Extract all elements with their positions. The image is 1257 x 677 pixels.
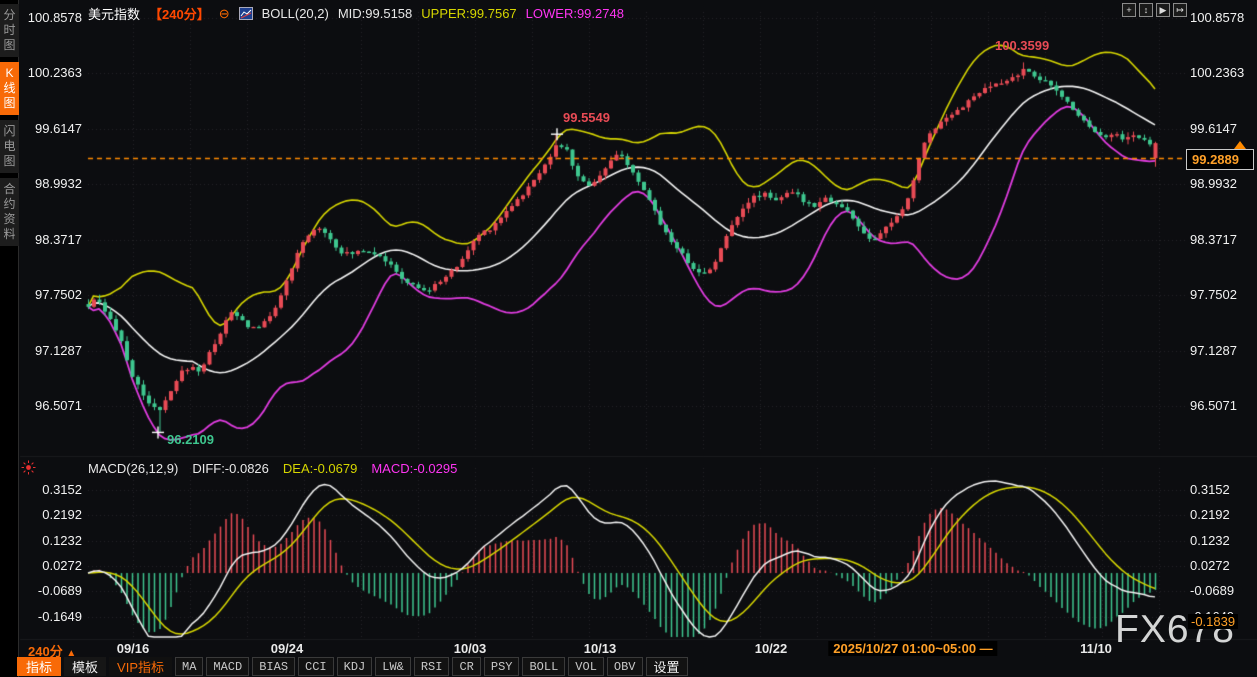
- chart-header: 美元指数 【240分】 ⊖ BOLL(20,2) MID:99.5158 UPP…: [88, 4, 624, 23]
- sidebar-item-kline-chart[interactable]: K线图: [0, 62, 19, 115]
- x-axis-row: 240分 ▲ 09/16 09/24 10/03 10/13 10/22 2025/10/…: [0, 640, 1257, 659]
- crosshair-date-label: 2025/10/27 01:00~05:00 —: [828, 641, 998, 656]
- toolbar-tab-boll[interactable]: BOLL: [522, 657, 566, 676]
- toolbar-tab-indicator[interactable]: 指标: [17, 657, 62, 676]
- boll-indicator-label: BOLL(20,2): [261, 6, 329, 21]
- collapse-icon[interactable]: ⊖: [219, 6, 230, 22]
- indicator-toolbar: 指标 模板 VIP指标 MA MACD BIAS CCI KDJ LW& RSI CR PSY BOLL…: [17, 657, 688, 676]
- x-axis-label: 09/24: [270, 641, 304, 656]
- x-axis-label: 09/16: [116, 641, 150, 656]
- toolbar-tab-rsi[interactable]: RSI: [413, 657, 450, 676]
- current-price-label: 99.2889: [1186, 149, 1254, 170]
- macd-header: MACD(26,12,9) DIFF:-0.0826 DEA:-0.0679 M…: [88, 461, 457, 476]
- timeframe-label: 【240分】: [149, 7, 210, 22]
- symbol-title: 美元指数: [88, 7, 141, 22]
- macd-diff-value: DIFF:-0.0826: [192, 461, 269, 476]
- sidebar-item-time-chart[interactable]: 分时图: [0, 4, 19, 57]
- pane-marker-icon[interactable]: [21, 460, 36, 480]
- boll-lower-value: LOWER:99.2748: [525, 6, 624, 21]
- boll-upper-value: UPPER:99.7567: [421, 6, 517, 21]
- boll-mid-value: MID:99.5158: [337, 6, 413, 21]
- toolbar-tab-cci[interactable]: CCI: [298, 657, 334, 676]
- toolbar-tab-settings[interactable]: 设置: [645, 657, 688, 676]
- chart-canvas[interactable]: [0, 0, 1257, 677]
- pan-icon[interactable]: +: [1122, 3, 1136, 17]
- toolbar-tab-lw[interactable]: LW&: [375, 657, 411, 676]
- toolbar-tab-psy[interactable]: PSY: [483, 657, 520, 676]
- indicator-chart-icon: [238, 7, 253, 20]
- x-axis-label: 10/22: [754, 641, 788, 656]
- sidebar-item-flash-chart[interactable]: 闪电图: [0, 120, 19, 173]
- macd-indicator-label: MACD(26,12,9): [88, 461, 179, 476]
- toolbar-tab-template[interactable]: 模板: [64, 657, 107, 676]
- fit-vertical-icon[interactable]: ↕: [1139, 3, 1153, 17]
- window-control-icons: + ↕ ▶ ↦: [1122, 3, 1187, 17]
- toolbar-tab-vol[interactable]: VOL: [568, 657, 604, 676]
- auto-scroll-icon[interactable]: ▶: [1156, 3, 1170, 17]
- price-marker-arrow-icon: [1234, 141, 1246, 149]
- x-axis-label: 10/03: [453, 641, 487, 656]
- toolbar-tab-bias[interactable]: BIAS: [252, 657, 296, 676]
- x-axis-label: 10/13: [583, 641, 617, 656]
- toolbar-tab-cr[interactable]: CR: [452, 657, 481, 676]
- sidebar-item-contract-info[interactable]: 合约资料: [0, 178, 19, 246]
- x-axis-label: 11/10: [1080, 641, 1112, 656]
- toolbar-tab-vip-indicator[interactable]: VIP指标: [109, 657, 172, 676]
- dock-right-icon[interactable]: ↦: [1173, 3, 1187, 17]
- macd-dea-value: DEA:-0.0679: [282, 461, 358, 476]
- toolbar-tab-ma[interactable]: MA: [175, 657, 204, 676]
- toolbar-tab-obv[interactable]: OBV: [606, 657, 643, 676]
- toolbar-tab-kdj[interactable]: KDJ: [336, 657, 373, 676]
- macd-macd-value: MACD:-0.0295: [371, 461, 458, 476]
- left-sidebar: 分时图 K线图闪电图合约资料: [0, 0, 19, 677]
- toolbar-tab-macd[interactable]: MACD: [206, 657, 250, 676]
